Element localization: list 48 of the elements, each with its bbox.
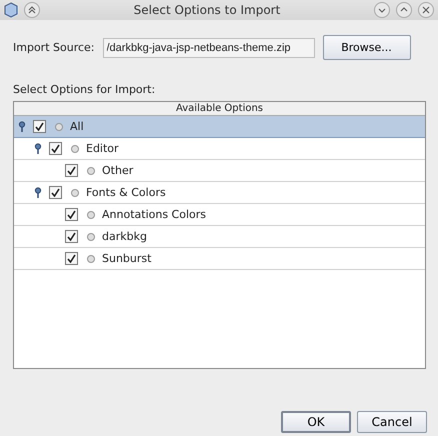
- tree-label: Fonts & Colors: [86, 186, 166, 199]
- shade-button[interactable]: [24, 2, 40, 18]
- close-icon: [422, 6, 430, 14]
- tree-label: Sunburst: [102, 252, 152, 265]
- checkbox[interactable]: [65, 164, 78, 177]
- column-header[interactable]: Available Options: [14, 102, 425, 116]
- tree-row[interactable]: darkbkg: [14, 226, 425, 248]
- maximize-button[interactable]: [396, 2, 412, 18]
- browse-button[interactable]: Browse...: [322, 35, 410, 60]
- node-icon: [87, 210, 95, 218]
- tree-label: darkbkg: [102, 230, 147, 243]
- checkbox[interactable]: [49, 142, 62, 155]
- checkbox[interactable]: [33, 120, 46, 133]
- checkbox[interactable]: [65, 208, 78, 221]
- import-source-label: Import Source:: [13, 41, 94, 54]
- import-source-field[interactable]: /darkbkg-java-jsp-netbeans-theme.zip: [102, 38, 314, 58]
- tree-handle-icon[interactable]: [18, 120, 26, 132]
- node-icon: [87, 232, 95, 240]
- checkbox[interactable]: [49, 186, 62, 199]
- ok-button[interactable]: OK: [281, 411, 351, 433]
- cancel-button[interactable]: Cancel: [357, 411, 427, 433]
- tree-row[interactable]: Sunburst: [14, 248, 425, 270]
- chevron-up-icon: [400, 6, 408, 14]
- node-icon: [71, 144, 79, 152]
- node-icon: [87, 254, 95, 262]
- tree-handle-icon[interactable]: [34, 142, 42, 154]
- double-chevron-icon: [28, 6, 36, 14]
- app-icon: [4, 2, 18, 18]
- node-icon: [55, 122, 63, 130]
- tree-row[interactable]: Annotations Colors: [14, 204, 425, 226]
- tree-handle-icon[interactable]: [34, 186, 42, 198]
- checkbox[interactable]: [65, 230, 78, 243]
- checkbox[interactable]: [65, 252, 78, 265]
- tree-row[interactable]: Other: [14, 160, 425, 182]
- close-button[interactable]: [418, 2, 434, 18]
- tree-label: Other: [102, 164, 134, 177]
- tree-label: All: [70, 120, 84, 133]
- node-icon: [87, 166, 95, 174]
- minimize-button[interactable]: [374, 2, 390, 18]
- tree-row[interactable]: Fonts & Colors: [14, 182, 425, 204]
- options-label: Select Options for Import:: [13, 83, 156, 96]
- tree-label: Editor: [86, 142, 119, 155]
- node-icon: [71, 188, 79, 196]
- tree-label: Annotations Colors: [102, 208, 206, 221]
- tree-row[interactable]: Editor: [14, 138, 425, 160]
- window-title: Select Options to Import: [132, 3, 282, 17]
- chevron-down-icon: [378, 6, 386, 14]
- tree-row[interactable]: All: [14, 116, 425, 138]
